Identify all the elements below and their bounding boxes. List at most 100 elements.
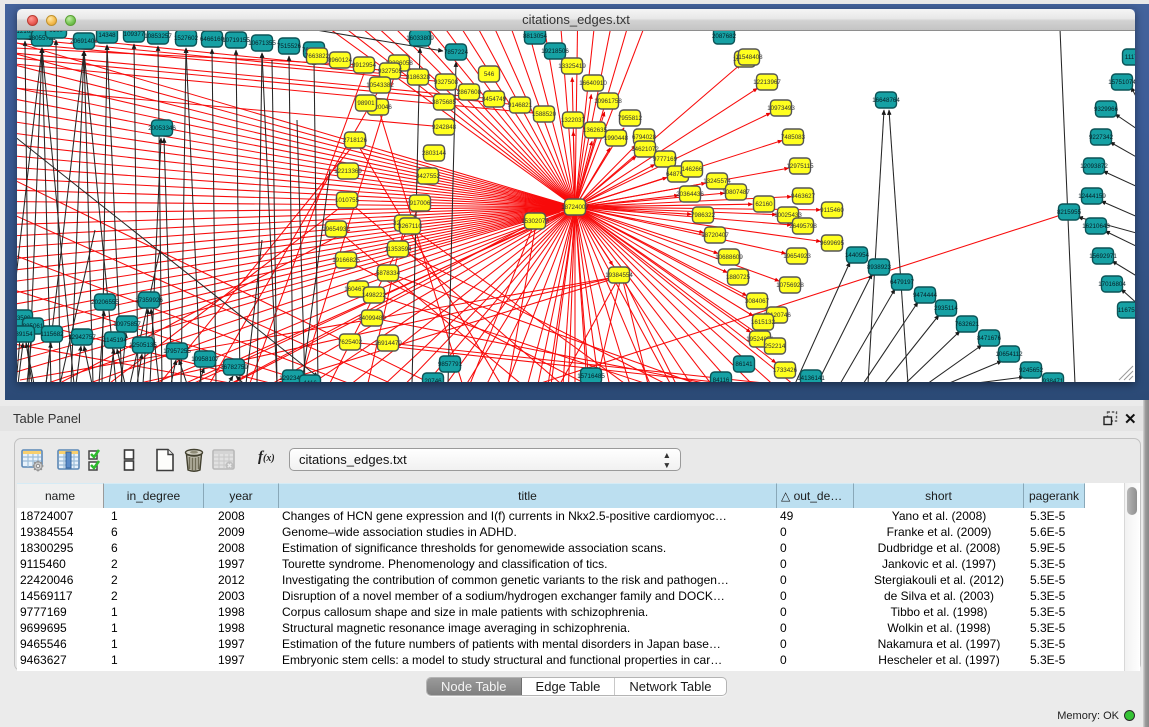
- svg-text:8938923: 8938923: [867, 264, 892, 271]
- svg-text:12942757: 12942757: [68, 334, 96, 341]
- svg-text:1115682: 1115682: [40, 331, 64, 338]
- svg-text:8427552: 8427552: [416, 173, 441, 180]
- svg-text:917006: 917006: [410, 200, 431, 207]
- svg-text:17016804: 17016804: [1098, 281, 1126, 288]
- svg-text:20364436: 20364436: [676, 191, 704, 198]
- svg-text:10958107: 10958107: [191, 356, 219, 363]
- svg-text:15692971: 15692971: [1089, 253, 1117, 260]
- svg-text:20053346: 20053346: [148, 125, 176, 132]
- svg-text:13325419: 13325419: [558, 63, 586, 70]
- svg-text:1440954: 1440954: [845, 252, 870, 259]
- svg-text:9146821: 9146821: [508, 102, 533, 109]
- svg-text:9329966: 9329966: [1094, 106, 1119, 113]
- svg-text:16782759: 16782759: [220, 364, 248, 371]
- svg-text:1990448: 1990448: [604, 135, 629, 142]
- svg-text:8215955: 8215955: [1057, 209, 1082, 216]
- svg-text:8186328: 8186328: [406, 74, 431, 81]
- svg-text:10975857: 10975857: [113, 321, 141, 328]
- svg-text:2718126: 2718126: [343, 137, 368, 144]
- svg-text:2867608: 2867608: [457, 89, 482, 96]
- svg-text:10961758: 10961758: [594, 98, 622, 105]
- svg-text:84116: 84116: [713, 377, 730, 382]
- svg-text:7663822: 7663822: [305, 53, 330, 60]
- svg-text:9327508: 9327508: [434, 79, 459, 86]
- svg-text:146266: 146266: [682, 166, 703, 173]
- svg-text:2935114: 2935114: [934, 305, 958, 312]
- svg-text:8471676: 8471676: [977, 335, 1002, 342]
- svg-text:1362635: 1362635: [583, 127, 608, 134]
- svg-text:6466160: 6466160: [200, 36, 225, 43]
- svg-text:8912954: 8912954: [352, 62, 377, 69]
- svg-text:9699695: 9699695: [820, 240, 845, 247]
- svg-text:15751074: 15751074: [1108, 79, 1135, 86]
- svg-text:11548408: 11548408: [735, 54, 763, 61]
- svg-text:10853257: 10853257: [144, 33, 172, 40]
- svg-text:10688609: 10688609: [715, 254, 743, 261]
- svg-text:9327505: 9327505: [378, 68, 403, 75]
- svg-text:1880725: 1880725: [726, 274, 751, 281]
- svg-text:3267110: 3267110: [398, 223, 422, 230]
- svg-text:10543382: 10543382: [366, 82, 394, 89]
- svg-text:9115460: 9115460: [820, 207, 844, 214]
- svg-text:938471: 938471: [1043, 378, 1064, 382]
- svg-text:7857224: 7857224: [444, 49, 469, 56]
- svg-text:546: 546: [484, 71, 495, 78]
- svg-text:2087682: 2087682: [712, 33, 737, 40]
- svg-text:7955812: 7955812: [618, 115, 643, 122]
- svg-text:98901: 98901: [357, 100, 375, 107]
- svg-text:9227342: 9227342: [1089, 134, 1114, 141]
- svg-text:12213369: 12213369: [334, 168, 362, 175]
- svg-text:6160: 6160: [49, 31, 63, 34]
- svg-text:11173: 11173: [1125, 54, 1135, 61]
- svg-text:12505135: 12505135: [129, 342, 157, 349]
- svg-text:1588520: 1588520: [532, 111, 557, 118]
- svg-text:86141: 86141: [735, 361, 753, 368]
- svg-text:7625402: 7625402: [338, 339, 363, 346]
- svg-text:17359926: 17359926: [135, 297, 163, 304]
- svg-text:9474444: 9474444: [913, 292, 938, 299]
- svg-text:12444159: 12444159: [1078, 193, 1106, 200]
- svg-text:17957255: 17957255: [163, 348, 191, 355]
- svg-text:16914479: 16914479: [374, 340, 402, 347]
- svg-text:7515526: 7515526: [277, 43, 302, 50]
- svg-text:6479197: 6479197: [890, 279, 915, 286]
- svg-text:116753: 116753: [1118, 307, 1135, 314]
- svg-text:19384554: 19384554: [605, 272, 633, 279]
- svg-text:4416: 4416: [303, 380, 317, 382]
- svg-text:16648764: 16648764: [872, 97, 900, 104]
- svg-text:9245652: 9245652: [1019, 367, 1044, 374]
- svg-text:15302073: 15302073: [521, 218, 549, 225]
- svg-text:1322037: 1322037: [561, 117, 586, 124]
- svg-text:19218506: 19218506: [541, 48, 569, 55]
- svg-text:10654112: 10654112: [995, 351, 1023, 358]
- svg-text:12093872: 12093872: [1080, 163, 1108, 170]
- svg-text:9463627: 9463627: [791, 193, 816, 200]
- svg-text:1145194: 1145194: [103, 337, 127, 344]
- svg-text:5878334: 5878334: [376, 270, 401, 277]
- svg-text:14099489: 14099489: [358, 315, 386, 322]
- svg-text:12975115: 12975115: [786, 163, 814, 170]
- svg-text:10756928: 10756928: [776, 282, 804, 289]
- svg-text:18724007: 18724007: [561, 204, 589, 211]
- svg-text:7986322: 7986322: [691, 212, 716, 219]
- svg-text:8454749: 8454749: [482, 96, 507, 103]
- svg-text:2803144: 2803144: [422, 150, 447, 157]
- svg-text:109377: 109377: [124, 31, 145, 38]
- svg-text:19654923: 19654923: [783, 253, 811, 260]
- svg-text:1615132: 1615132: [751, 319, 776, 326]
- svg-text:3084067: 3084067: [745, 298, 770, 305]
- svg-text:7632621: 7632621: [955, 321, 980, 328]
- svg-text:62160: 62160: [755, 201, 773, 208]
- svg-text:11353594: 11353594: [384, 246, 412, 253]
- svg-text:7485083: 7485083: [781, 134, 806, 141]
- svg-text:18720407: 18720407: [701, 232, 729, 239]
- svg-text:16210643: 16210643: [1082, 223, 1110, 230]
- svg-text:10973493: 10973493: [767, 105, 795, 112]
- svg-text:10671355: 10671355: [248, 40, 276, 47]
- svg-text:252214: 252214: [765, 343, 786, 350]
- svg-text:16033809: 16033809: [406, 35, 434, 42]
- svg-text:19166825: 19166825: [332, 257, 360, 264]
- svg-text:16640910: 16640910: [579, 80, 607, 87]
- svg-text:14348: 14348: [98, 32, 116, 39]
- svg-text:15716485: 15716485: [577, 373, 605, 380]
